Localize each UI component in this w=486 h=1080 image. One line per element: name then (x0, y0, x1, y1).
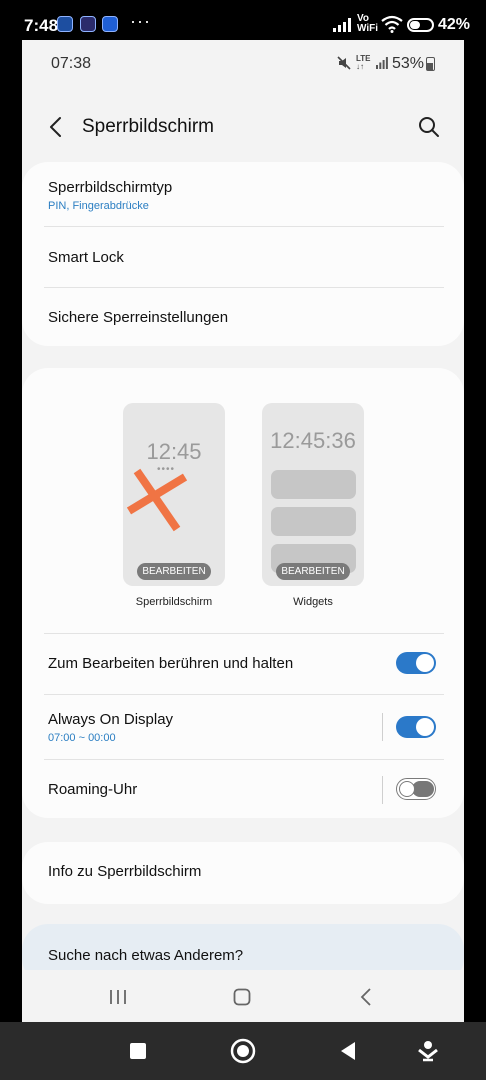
suggestion-item[interactable]: Suche nach etwas Anderem? (48, 947, 444, 964)
widgets-caption: Widgets (293, 596, 333, 608)
search-button[interactable] (414, 112, 444, 142)
host-battery-percent: 42% (438, 16, 471, 33)
page-title: Sperrbildschirm (82, 116, 214, 137)
divider (44, 759, 444, 760)
settings-screen: 07:38 LTE ↓↑ 53% Sperrbildschirm Sperrbi… (22, 40, 464, 1022)
cross-icon (127, 468, 187, 532)
touch-hold-toggle[interactable] (396, 652, 436, 674)
info-lockscreen-label: Info zu Sperrbildschirm (48, 863, 202, 880)
battery-icon (407, 18, 434, 32)
aod-toggle[interactable] (396, 716, 436, 738)
lock-type-value: PIN, Fingerabdrücke (48, 200, 149, 212)
recents-button[interactable] (104, 983, 132, 1011)
roaming-clock-toggle[interactable] (396, 778, 436, 800)
host-status-bar: 7:48 ··· Vo WiFi 42% (0, 0, 486, 40)
security-card: Sperrbildschirmtyp PIN, Fingerabdrücke S… (22, 162, 464, 346)
status-bar: 07:38 LTE ↓↑ 53% (22, 40, 464, 90)
square-icon (130, 1043, 146, 1059)
recents-icon (110, 990, 126, 1004)
host-clock: 7:48 (24, 16, 59, 35)
edit-widgets-button[interactable]: BEARBEITEN (276, 563, 350, 580)
host-navigation-bar (0, 1022, 486, 1080)
separator (382, 776, 383, 804)
lockscreen-caption: Sperrbildschirm (135, 596, 213, 608)
home-button[interactable] (228, 983, 256, 1011)
more-notifications-icon: ··· (130, 11, 151, 31)
widget-placeholder (271, 507, 356, 536)
back-button[interactable] (40, 112, 70, 142)
lte-icon: LTE ↓↑ (356, 54, 371, 71)
triangle-left-icon (341, 1042, 355, 1060)
lockscreen-preview[interactable]: 12:45 •••• BEARBEITEN (123, 403, 225, 586)
circle-icon (230, 1038, 256, 1064)
nav-back-button[interactable] (352, 983, 380, 1011)
smart-lock-label: Smart Lock (48, 249, 124, 266)
lock-type-item[interactable]: Sperrbildschirmtyp PIN, Fingerabdrücke (48, 179, 444, 212)
always-on-display-item[interactable]: Always On Display 07:00 ~ 00:00 (48, 711, 444, 744)
preview-clock: 12:45:36 (270, 428, 356, 453)
wifi-icon (381, 15, 403, 33)
vowifi-icon: Vo WiFi (357, 13, 379, 34)
edit-lockscreen-button[interactable]: BEARBEITEN (137, 563, 211, 580)
signal-icon (376, 57, 388, 69)
touch-hold-label: Zum Bearbeiten berühren und halten (48, 655, 294, 672)
divider (44, 287, 444, 288)
widgets-preview[interactable]: 12:45:36 BEARBEITEN (262, 403, 364, 586)
facebook-notification-icon (80, 16, 96, 32)
mute-icon (337, 56, 351, 70)
suggestion-label: Suche nach etwas Anderem? (48, 947, 244, 964)
roaming-clock-item[interactable]: Roaming-Uhr (48, 781, 444, 798)
battery-icon (426, 57, 435, 71)
battery-percent: 53% (392, 55, 425, 72)
info-lockscreen-item[interactable]: Info zu Sperrbildschirm (48, 863, 444, 880)
host-back-button[interactable] (333, 1036, 363, 1066)
smart-lock-item[interactable]: Smart Lock (48, 249, 444, 266)
widget-placeholder (271, 470, 356, 499)
host-home-button[interactable] (228, 1036, 258, 1066)
aod-schedule: 07:00 ~ 00:00 (48, 732, 116, 744)
arrow-left-icon (50, 117, 61, 137)
notification-app-icon (57, 16, 73, 32)
app-header: Sperrbildschirm (22, 100, 464, 154)
aod-label: Always On Display (48, 711, 174, 728)
status-clock: 07:38 (51, 55, 92, 72)
divider (44, 633, 444, 634)
preview-clock: 12:45 (146, 439, 202, 464)
host-hide-button[interactable] (413, 1036, 443, 1066)
search-icon (419, 117, 439, 137)
secure-lock-settings-item[interactable]: Sichere Sperreinstellungen (48, 309, 444, 326)
signal-icon (333, 18, 351, 32)
home-icon (233, 988, 251, 1006)
separator (382, 713, 383, 741)
host-recents-button[interactable] (123, 1036, 153, 1066)
chevron-left-icon (360, 988, 371, 1006)
lock-type-label: Sperrbildschirmtyp (48, 179, 173, 196)
divider (44, 226, 444, 227)
secure-lock-settings-label: Sichere Sperreinstellungen (48, 309, 229, 326)
roaming-clock-label: Roaming-Uhr (48, 781, 138, 798)
navigation-bar (22, 970, 464, 1022)
lockscreen-appearance-card: 12:45 •••• BEARBEITEN Sperrbildschirm 12… (22, 368, 464, 818)
touch-hold-item[interactable]: Zum Bearbeiten berühren und halten (48, 655, 444, 672)
info-card: Info zu Sperrbildschirm (22, 842, 464, 904)
notification-app-icon (102, 16, 118, 32)
collapse-down-icon (418, 1041, 438, 1062)
divider (44, 694, 444, 695)
